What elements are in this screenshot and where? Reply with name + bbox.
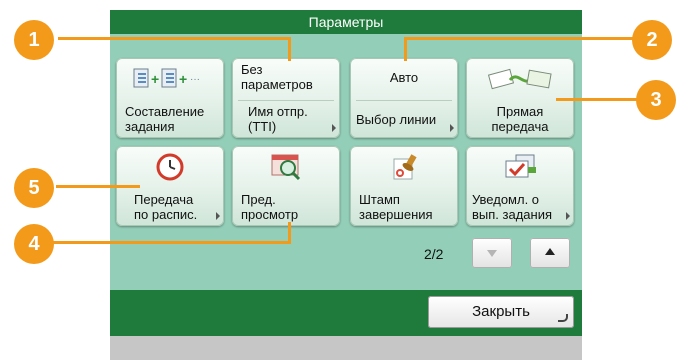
- sender-name-label: Имя отпр. (TTI): [248, 104, 308, 134]
- chevron-right-icon: [566, 212, 570, 220]
- callout-1: 1: [14, 20, 54, 60]
- svg-text:+: +: [179, 71, 187, 87]
- callout-3: 3: [636, 80, 676, 120]
- callout-line-5: [56, 185, 140, 188]
- callout-line-1: [58, 37, 290, 40]
- separator: [238, 100, 334, 101]
- callout-line-2: [404, 37, 640, 40]
- chevron-right-icon: [450, 124, 454, 132]
- job-notify-button[interactable]: Уведомл. о вып. задания: [466, 146, 574, 226]
- sender-name-button[interactable]: Без параметров Имя отпр. (TTI): [232, 58, 340, 138]
- corner-arrow-icon: [558, 314, 568, 322]
- callout-line-4-rise: [288, 222, 291, 244]
- scroll-down-button[interactable]: [472, 238, 512, 268]
- triangle-down-icon: [487, 250, 497, 257]
- job-notification-icon: [466, 152, 574, 182]
- close-label: Закрыть: [472, 303, 530, 320]
- delayed-send-label: Передача по распис.: [134, 192, 198, 222]
- clock-icon: [116, 152, 224, 182]
- scroll-up-button[interactable]: [530, 238, 570, 268]
- callout-4: 4: [14, 224, 54, 264]
- compose-job-button[interactable]: + + ··· Составление задания: [116, 58, 224, 138]
- preview-label: Пред. просмотр: [241, 192, 299, 222]
- done-stamp-label: Штамп завершения: [359, 192, 433, 222]
- callout-5: 5: [14, 168, 54, 208]
- callout-line-2-drop: [404, 37, 407, 61]
- chevron-right-icon: [216, 212, 220, 220]
- preview-button[interactable]: Пред. просмотр: [232, 146, 340, 226]
- direct-send-icon: [466, 64, 574, 94]
- triangle-up-icon: [545, 248, 555, 255]
- svg-text:+: +: [151, 71, 159, 87]
- preview-magnifier-icon: [232, 152, 340, 182]
- line-select-button[interactable]: Авто Выбор линии: [350, 58, 458, 138]
- done-stamp-button[interactable]: Штамп завершения: [350, 146, 458, 226]
- document-merge-icon: + + ···: [116, 64, 224, 94]
- sender-name-value: Без параметров: [241, 62, 313, 92]
- page-indicator: 2/2: [424, 246, 444, 262]
- callout-line-4: [50, 241, 290, 244]
- panel-title: Параметры: [110, 10, 582, 34]
- line-select-value: Авто: [389, 70, 419, 85]
- separator: [356, 100, 452, 101]
- callout-2: 2: [632, 20, 672, 60]
- direct-send-label: Прямая передача: [491, 104, 549, 134]
- svg-text:···: ···: [190, 74, 200, 85]
- callout-line-1-drop: [288, 37, 291, 61]
- stamp-icon: [350, 152, 458, 182]
- callout-line-3: [556, 98, 646, 101]
- job-notify-label: Уведомл. о вып. задания: [472, 192, 552, 222]
- compose-job-label: Составление задания: [125, 104, 205, 134]
- bottom-gray-strip: [110, 336, 582, 360]
- close-button[interactable]: Закрыть: [428, 296, 574, 328]
- line-select-label: Выбор линии: [356, 112, 437, 127]
- chevron-right-icon: [332, 124, 336, 132]
